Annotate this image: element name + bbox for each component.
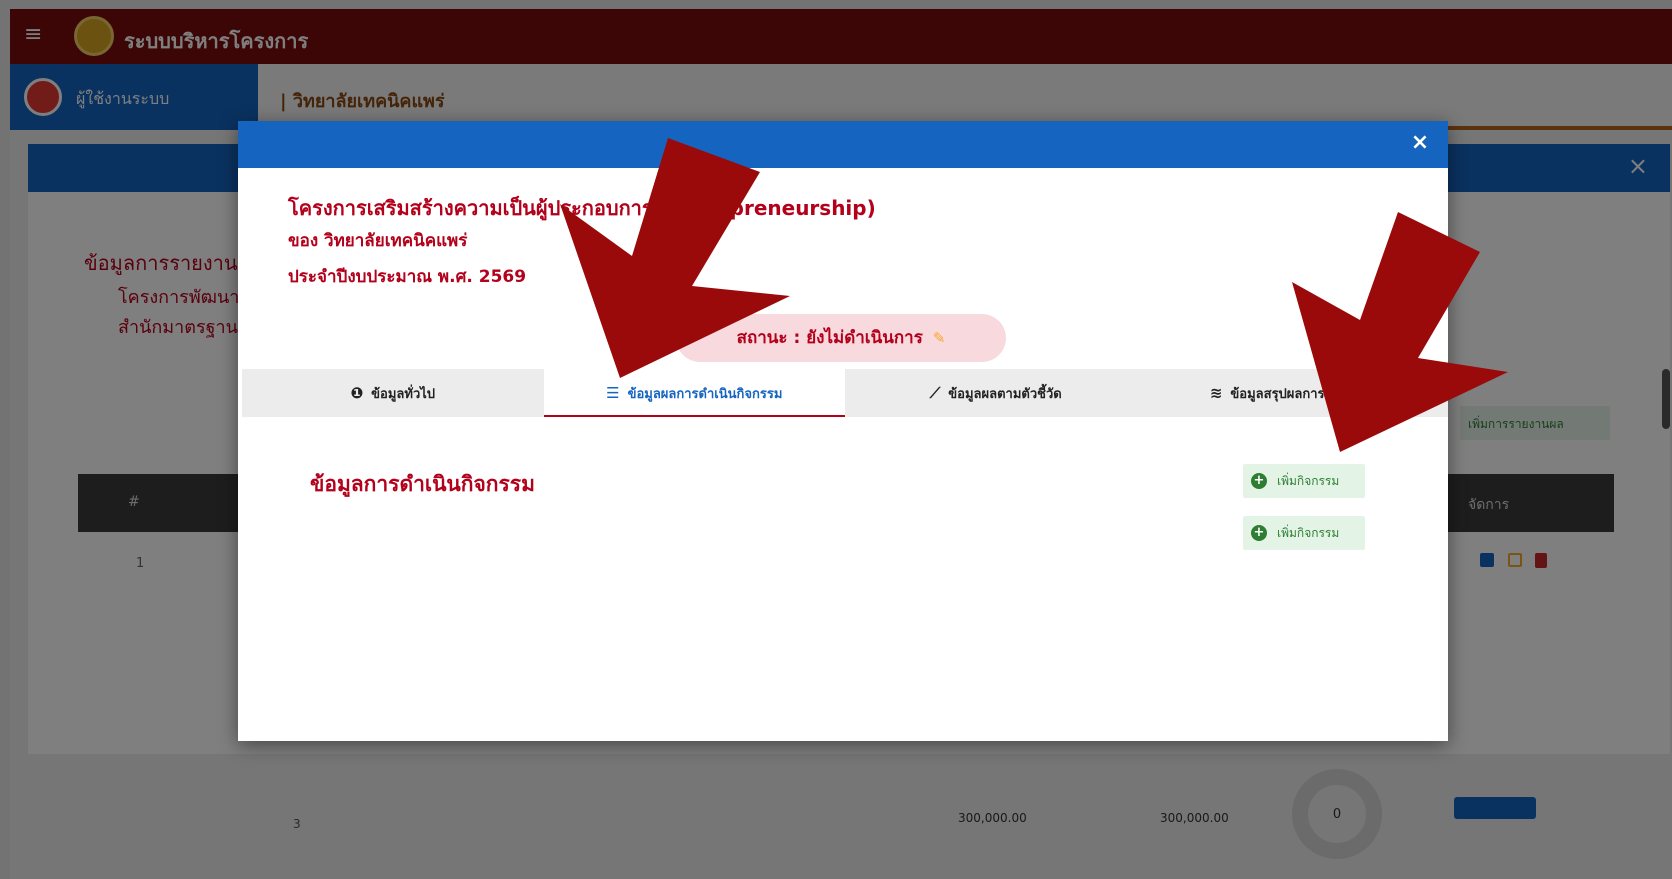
project-detail-modal: × โครงการเสริมสร้างความเป็นผู้ประกอบการ … — [238, 121, 1448, 741]
tab-label: ข้อมูลผลการดำเนินกิจกรรม — [627, 386, 783, 402]
add-activity-button[interactable]: + เพิ่มกิจกรรม — [1243, 464, 1365, 498]
tab-label: ข้อมูลสรุปผลการดำเนินการ — [1230, 386, 1385, 402]
modal-header: × — [238, 121, 1448, 168]
status-text: สถานะ : ยังไม่ดำเนินการ — [736, 328, 923, 348]
chart-line-icon: ⟋ — [929, 384, 941, 402]
tab-summary-results[interactable]: ≋ ข้อมูลสรุปผลการดำเนินการ — [1147, 369, 1449, 417]
project-owner: ของ วิทยาลัยเทคนิคแพร่ — [288, 231, 468, 251]
section-title: ข้อมูลการดำเนินกิจกรรม — [310, 472, 535, 496]
tab-general-info[interactable]: ❶ ข้อมูลทั่วไป — [242, 369, 544, 417]
add-activity-label: เพิ่มกิจกรรม — [1277, 473, 1340, 488]
plus-circle-icon: + — [1251, 473, 1267, 489]
add-activity-label: เพิ่มกิจกรรม — [1277, 525, 1340, 540]
add-activity-button-2[interactable]: + เพิ่มกิจกรรม — [1243, 516, 1365, 550]
coins-icon: ≋ — [1209, 384, 1223, 402]
plus-circle-icon: + — [1251, 525, 1267, 541]
tab-label: ข้อมูลทั่วไป — [371, 386, 436, 402]
close-icon[interactable]: × — [1406, 129, 1434, 157]
tab-indicator-results[interactable]: ⟋ ข้อมูลผลตามตัวชี้วัด — [845, 369, 1147, 417]
info-icon: ❶ — [350, 384, 364, 402]
tab-activity-results[interactable]: ☰ ข้อมูลผลการดำเนินกิจกรรม — [543, 369, 845, 417]
project-title: โครงการเสริมสร้างความเป็นผู้ประกอบการ (E… — [288, 196, 876, 220]
fiscal-year: ประจำปีงบประมาณ พ.ศ. 2569 — [288, 267, 527, 287]
tab-label: ข้อมูลผลตามตัวชี้วัด — [948, 386, 1062, 402]
list-icon: ☰ — [606, 384, 620, 402]
edit-status-icon[interactable]: ✎ — [933, 329, 946, 347]
status-badge[interactable]: สถานะ : ยังไม่ดำเนินการ ✎ — [676, 314, 1006, 362]
tab-bar: ❶ ข้อมูลทั่วไป ☰ ข้อมูลผลการดำเนินกิจกรร… — [242, 369, 1448, 417]
